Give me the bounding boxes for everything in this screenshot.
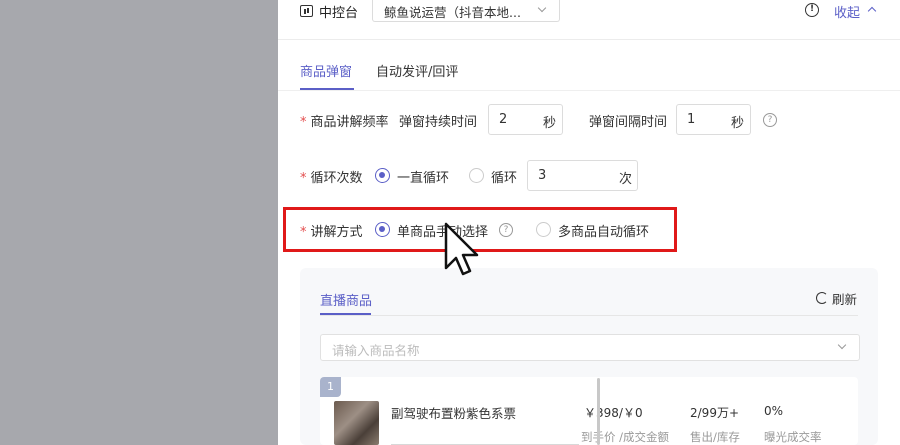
refresh-button[interactable]: 刷新 — [832, 289, 857, 308]
chevron-down-icon — [837, 340, 847, 350]
duration-label: 弹窗持续时间 — [399, 115, 478, 130]
loop-count-input[interactable]: 3 次 — [527, 160, 638, 191]
product-thumbnail — [334, 401, 379, 445]
scrollbar[interactable] — [597, 378, 600, 445]
control-panel: 中控台 鲸鱼说运营（抖音本地... ! 收起 商品弹窗 自动发评/回评 * 商品讲… — [278, 0, 900, 445]
interval-label: 弹窗间隔时间 — [589, 115, 668, 130]
refresh-icon[interactable] — [816, 292, 828, 304]
frequency-label: * 商品讲解频率 — [300, 115, 389, 130]
interval-unit: 秒 — [731, 116, 745, 131]
product-name: 副驾驶布置粉紫色系票 — [391, 406, 517, 421]
chevron-down-icon — [537, 3, 547, 13]
product-sales-label: 售出/库存 — [690, 430, 740, 444]
duration-input[interactable]: 2 秒 — [488, 104, 563, 135]
product-index-badge: 1 — [320, 377, 341, 397]
search-placeholder: 请输入商品名称 — [332, 343, 420, 358]
duration-value: 2 — [499, 112, 508, 127]
dashboard-icon — [300, 5, 313, 17]
product-conversion-label: 曝光成交率 — [764, 430, 822, 444]
help-icon[interactable]: ? — [763, 113, 777, 127]
account-select[interactable]: 鲸鱼说运营（抖音本地... — [372, 0, 560, 22]
info-icon[interactable]: ! — [805, 3, 819, 17]
loop-forever-label[interactable]: 一直循环 — [397, 167, 449, 186]
required-mark: * — [300, 171, 307, 186]
loop-count-value: 3 — [538, 168, 547, 183]
tab-live-products[interactable]: 直播商品 — [320, 290, 372, 309]
tab-product-popup[interactable]: 商品弹窗 — [300, 61, 352, 80]
product-price-label: 到手价 /成交金额 — [581, 430, 670, 444]
live-products-card: 直播商品 刷新 请输入商品名称 1 副驾驶布置粉紫色系票 ￥398/￥0 到手价… — [300, 268, 878, 445]
chevron-up-icon[interactable] — [867, 6, 877, 16]
radio-loop-count[interactable] — [469, 168, 484, 183]
collapse-button[interactable]: 收起 — [834, 2, 860, 21]
product-search-select[interactable]: 请输入商品名称 — [320, 334, 860, 361]
loop-label: * 循环次数 — [300, 171, 363, 186]
mouse-pointer-icon — [444, 222, 479, 276]
tab-divider — [278, 90, 900, 91]
account-select-value: 鲸鱼说运营（抖音本地... — [384, 5, 521, 20]
product-conversion: 0% — [764, 404, 784, 418]
panel-header: 中控台 鲸鱼说运营（抖音本地... ! 收起 — [278, 0, 900, 40]
interval-value: 1 — [687, 112, 696, 127]
loop-count-label[interactable]: 循环 — [491, 167, 517, 186]
tab-auto-comment[interactable]: 自动发评/回评 — [376, 61, 458, 80]
interval-input[interactable]: 1 秒 — [676, 104, 751, 135]
loop-count-unit: 次 — [619, 172, 633, 187]
modal-backdrop[interactable] — [0, 0, 278, 445]
card-divider — [320, 315, 858, 316]
product-sales: 2/99万+ — [690, 406, 740, 420]
panel-title: 中控台 — [319, 6, 359, 21]
duration-unit: 秒 — [543, 116, 557, 131]
product-price: ￥398/￥0 — [584, 406, 643, 420]
product-row[interactable]: 1 副驾驶布置粉紫色系票 ￥398/￥0 到手价 /成交金额 2/99万+ 售出… — [320, 377, 858, 445]
required-mark: * — [300, 115, 307, 130]
radio-loop-forever[interactable] — [375, 168, 390, 183]
